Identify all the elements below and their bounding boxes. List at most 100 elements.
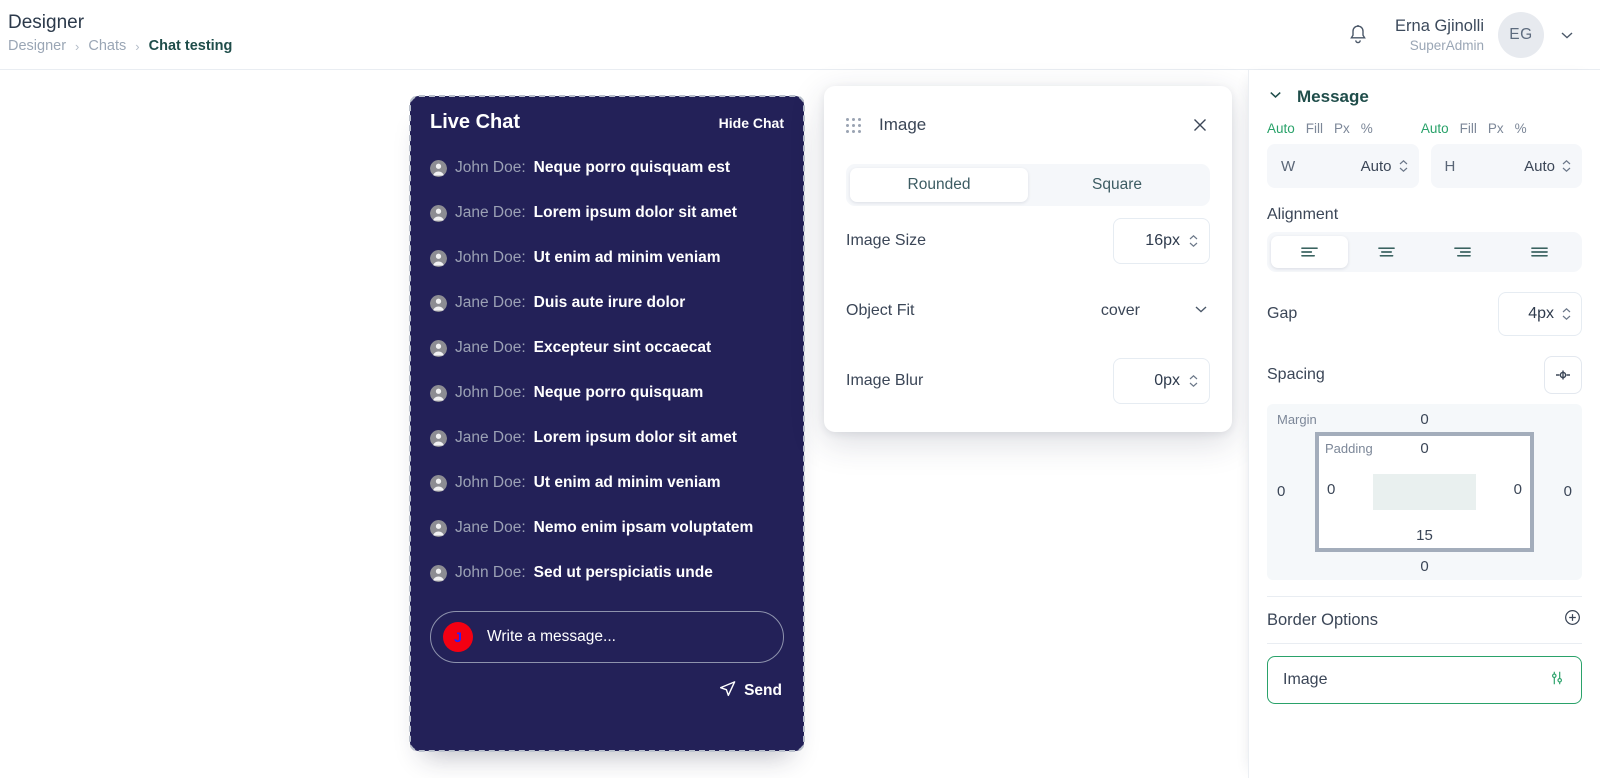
user-avatar-icon xyxy=(430,159,447,177)
margin-left-value[interactable]: 0 xyxy=(1277,483,1285,500)
breadcrumb-item-chat-testing[interactable]: Chat testing xyxy=(149,38,233,54)
plus-circle-icon[interactable] xyxy=(1563,608,1582,632)
section-message-header[interactable]: Message xyxy=(1267,76,1582,118)
alignment-label: Alignment xyxy=(1267,206,1339,223)
message-item[interactable]: Jane Doe: Lorem ipsum dolor sit amet xyxy=(430,418,784,458)
live-chat-widget[interactable]: Live Chat Hide Chat John Doe: Neque porr… xyxy=(409,95,805,752)
chevron-down-icon[interactable] xyxy=(1267,86,1284,108)
image-size-value: 16px xyxy=(1145,232,1180,249)
align-left-icon[interactable] xyxy=(1271,236,1348,268)
breadcrumb: Designer › Chats › Chat testing xyxy=(8,38,232,54)
width-unit-auto[interactable]: Auto xyxy=(1267,121,1295,136)
padding-right-value[interactable]: 0 xyxy=(1514,481,1522,498)
chevron-down-icon[interactable] xyxy=(1558,26,1576,44)
width-unit-fill[interactable]: Fill xyxy=(1306,121,1323,136)
stepper-icon[interactable] xyxy=(1398,157,1409,175)
image-layer-field[interactable]: Image xyxy=(1267,656,1582,704)
designer-canvas[interactable]: Live Chat Hide Chat John Doe: Neque porr… xyxy=(0,70,1248,778)
spacing-box-model[interactable]: Margin 0 0 0 0 Padding 0 0 0 15 xyxy=(1267,404,1582,580)
message-input-placeholder: Write a message... xyxy=(487,628,616,645)
message-item[interactable]: Jane Doe: Excepteur sint occaecat xyxy=(430,328,784,368)
breadcrumb-separator: › xyxy=(75,38,80,54)
breadcrumb-item-designer[interactable]: Designer xyxy=(8,38,66,54)
align-right-icon[interactable] xyxy=(1425,236,1502,268)
user-avatar-icon xyxy=(430,384,447,402)
padding-top-value[interactable]: 0 xyxy=(1319,440,1530,457)
stepper-icon[interactable] xyxy=(1561,305,1572,323)
message-item[interactable]: John Doe: Sed ut perspiciatis unde xyxy=(430,553,784,593)
stepper-icon[interactable] xyxy=(1188,372,1199,390)
message-input[interactable]: J Write a message... xyxy=(430,611,784,663)
gap-input[interactable]: 4px xyxy=(1498,292,1582,336)
close-icon[interactable] xyxy=(1190,115,1210,135)
width-units[interactable]: Auto Fill Px % xyxy=(1267,121,1373,136)
send-label: Send xyxy=(744,682,782,699)
message-text: Lorem ipsum dolor sit amet xyxy=(533,204,737,221)
hide-chat-button[interactable]: Hide Chat xyxy=(719,115,784,131)
message-text: Ut enim ad minim veniam xyxy=(533,474,721,491)
width-unit-percent[interactable]: % xyxy=(1361,121,1373,136)
image-size-input[interactable]: 16px xyxy=(1113,218,1210,264)
page-title: Designer xyxy=(8,12,85,33)
message-text: Excepteur sint occaecat xyxy=(533,339,712,356)
message-item[interactable]: Jane Doe: Lorem ipsum dolor sit amet xyxy=(430,193,784,233)
tab-square[interactable]: Square xyxy=(1028,168,1206,202)
message-item[interactable]: Jane Doe: Nemo enim ipsam voluptatem xyxy=(430,508,784,548)
breadcrumb-item-chats[interactable]: Chats xyxy=(88,38,126,54)
align-justify-icon[interactable] xyxy=(1501,236,1578,268)
message-item[interactable]: John Doe: Neque porro quisquam est xyxy=(430,148,784,188)
stepper-icon[interactable] xyxy=(1188,232,1199,250)
image-size-row: Image Size 16px xyxy=(846,206,1210,276)
margin-top-value[interactable]: 0 xyxy=(1267,411,1582,428)
sliders-icon[interactable] xyxy=(1548,669,1566,692)
margin-bottom-value[interactable]: 0 xyxy=(1267,558,1582,575)
image-blur-input[interactable]: 0px xyxy=(1113,358,1210,404)
stepper-icon[interactable] xyxy=(1561,157,1572,175)
image-settings-modal[interactable]: Image Rounded Square Image Size 16px Obj… xyxy=(824,86,1232,432)
image-layer-label: Image xyxy=(1283,671,1328,688)
user-menu[interactable]: Erna Gjinolli SuperAdmin EG xyxy=(1395,12,1576,58)
padding-left-value[interactable]: 0 xyxy=(1327,481,1335,498)
drag-handle-icon[interactable] xyxy=(846,117,861,133)
send-icon xyxy=(718,679,737,703)
message-author: John Doe: xyxy=(455,249,526,266)
object-fit-row: Object Fit cover xyxy=(846,276,1210,346)
border-options-row[interactable]: Border Options xyxy=(1267,597,1582,643)
bell-icon[interactable] xyxy=(1347,23,1369,47)
object-fit-select[interactable]: cover xyxy=(1101,300,1210,323)
gap-label: Gap xyxy=(1267,305,1298,322)
height-input[interactable]: H Auto xyxy=(1430,144,1582,188)
tab-rounded[interactable]: Rounded xyxy=(850,168,1028,202)
user-role: SuperAdmin xyxy=(1409,38,1484,53)
size-units-row: Auto Fill Px % Auto Fill Px % xyxy=(1267,121,1582,136)
message-item[interactable]: Jane Doe: Duis aute irure dolor xyxy=(430,283,784,323)
composer-avatar: J xyxy=(443,622,473,652)
avatar[interactable]: EG xyxy=(1498,12,1544,58)
message-item[interactable]: John Doe: Ut enim ad minim veniam xyxy=(430,463,784,503)
margin-right-value[interactable]: 0 xyxy=(1564,483,1572,500)
height-unit-px[interactable]: Px xyxy=(1488,121,1504,136)
height-unit-percent[interactable]: % xyxy=(1515,121,1527,136)
image-shape-tabs[interactable]: Rounded Square xyxy=(846,164,1210,206)
message-author: Jane Doe: xyxy=(455,519,526,536)
align-center-icon[interactable] xyxy=(1348,236,1425,268)
object-fit-value: cover xyxy=(1100,302,1140,319)
padding-bottom-value[interactable]: 15 xyxy=(1319,527,1530,544)
chevron-down-icon[interactable] xyxy=(1192,300,1210,323)
height-units[interactable]: Auto Fill Px % xyxy=(1421,121,1527,136)
message-text: Ut enim ad minim veniam xyxy=(533,249,721,266)
height-unit-fill[interactable]: Fill xyxy=(1460,121,1477,136)
message-item[interactable]: John Doe: Neque porro quisquam xyxy=(430,373,784,413)
alignment-group[interactable] xyxy=(1267,232,1582,272)
spacing-link-icon[interactable] xyxy=(1544,356,1582,394)
user-avatar-icon xyxy=(430,294,447,312)
message-item[interactable]: John Doe: Ut enim ad minim veniam xyxy=(430,238,784,278)
width-unit-px[interactable]: Px xyxy=(1334,121,1350,136)
border-options-label: Border Options xyxy=(1267,610,1378,629)
message-list: John Doe: Neque porro quisquam est Jane … xyxy=(430,148,784,593)
height-unit-auto[interactable]: Auto xyxy=(1421,121,1449,136)
chat-header: Live Chat Hide Chat xyxy=(430,111,784,134)
width-input[interactable]: W Auto xyxy=(1267,144,1419,188)
divider xyxy=(1267,643,1582,644)
send-button[interactable]: Send xyxy=(430,679,784,703)
